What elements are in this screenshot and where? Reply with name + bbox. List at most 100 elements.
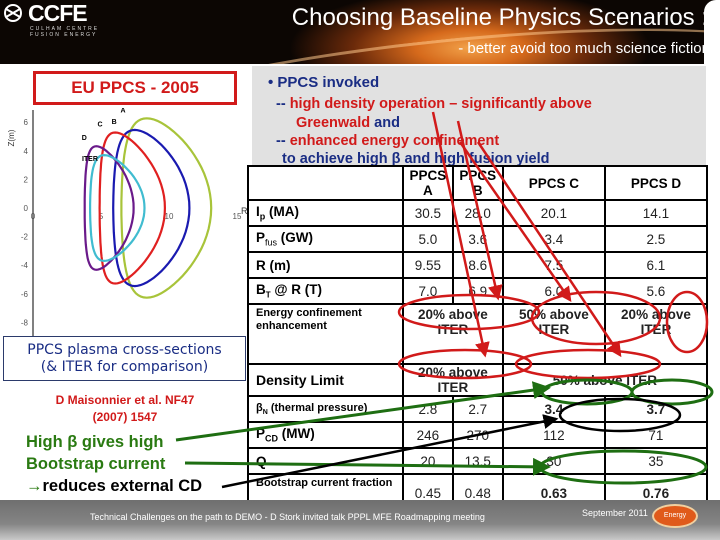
logo-text: CCFE xyxy=(28,0,88,26)
cell: 2.5 xyxy=(603,225,709,253)
ppcs-parameter-table: PPCS A PPCS B PPCS C PPCS D Ip (MA) 30.5… xyxy=(247,165,709,513)
curve-label-d: D xyxy=(82,135,87,142)
row-label-current-drive-power: PCD (MW) xyxy=(247,421,404,449)
table-row: PCD (MW) 246 270 112 71 xyxy=(247,421,709,449)
cell: 6.0 xyxy=(501,277,606,305)
cell: 246 xyxy=(402,421,454,449)
curve-label-b: B xyxy=(112,119,117,126)
bullet-line-1-text: high density operation – significantly a… xyxy=(289,96,592,112)
bullet-line-2: Greenwald and xyxy=(296,115,400,131)
row-label-fusion-power: Pfus (GW) xyxy=(247,225,404,253)
row-label-toroidal-field: BT @ R (T) xyxy=(247,277,404,305)
table-row: Density Limit 20% above ITER 50% above I… xyxy=(247,363,709,397)
energy-logo-icon: Energy xyxy=(652,504,698,528)
y-tick-group: 86420-2-4-6-8 xyxy=(21,118,29,327)
cell: 112 xyxy=(501,421,606,449)
and-text: and xyxy=(370,115,400,131)
cell: 2.7 xyxy=(451,395,504,423)
slide-header: CCFE CULHAM CENTRE FUSION ENERGY Choosing… xyxy=(0,0,720,64)
bullet-dash: -- xyxy=(276,133,290,149)
table-row: R (m) 9.55 8.6 7.5 6.1 xyxy=(247,251,709,279)
cell: 8.6 xyxy=(451,251,504,279)
header-blank xyxy=(247,165,404,201)
footer-date: September 2011 xyxy=(582,508,648,518)
table-header-row: PPCS A PPCS B PPCS C PPCS D xyxy=(247,165,709,201)
cell: 9.55 xyxy=(402,251,454,279)
column-header-ppcs-c: PPCS C xyxy=(501,165,606,201)
cell: 7.0 xyxy=(402,277,454,305)
table-row: BT @ R (T) 7.0 6.9 6.0 5.6 xyxy=(247,277,709,305)
cell: 28.0 xyxy=(451,199,504,227)
bullet-line-1: -- high density operation – significantl… xyxy=(276,96,592,112)
bullet-line-3: -- enhanced energy confinement xyxy=(276,133,499,149)
note-line-3: →reduces external CD xyxy=(26,477,202,496)
cell-confinement-d: 20% above ITER xyxy=(603,303,709,365)
note-line-2: Bootstrap current xyxy=(26,455,166,473)
column-header-ppcs-d: PPCS D xyxy=(603,165,709,201)
reference-citation: D Maisonnier et al. NF47 (2007) 1547 xyxy=(0,392,250,426)
reference-line-2: (2007) 1547 xyxy=(92,410,158,424)
footer-text: Technical Challenges on the path to DEMO… xyxy=(90,512,485,522)
row-label-q: Q xyxy=(247,447,404,475)
row-label-plasma-current: Ip (MA) xyxy=(247,199,404,227)
y-tick-label: 4 xyxy=(24,147,29,156)
logo-subtitle: CULHAM CENTRE FUSION ENERGY xyxy=(30,26,99,38)
y-tick-label: -8 xyxy=(21,318,29,327)
note-line-3-text: reduces external CD xyxy=(42,477,203,495)
curve-label-iter: ITER xyxy=(82,156,98,163)
cell-density-ab: 20% above ITER xyxy=(402,363,504,397)
y-tick-label: -6 xyxy=(21,290,29,299)
cell: 6.1 xyxy=(603,251,709,279)
cell-density-cd: 50% above ITER xyxy=(501,363,709,397)
slide-title: Choosing Baseline Physics Scenarios : xyxy=(291,4,708,31)
header-corner xyxy=(704,0,720,64)
table-row: βN (thermal pressure) 2.8 2.7 3.4 3.7 xyxy=(247,395,709,423)
bullet-dash: -- xyxy=(276,96,290,112)
curve-label-c: C xyxy=(97,121,102,128)
y-tick-label: 2 xyxy=(24,175,29,184)
bullet-line-3-text: enhanced energy confinement xyxy=(289,133,500,149)
y-tick-label: 6 xyxy=(24,118,29,127)
slide-subtitle: - better avoid too much science fiction xyxy=(458,40,710,57)
cell: 6.9 xyxy=(451,277,504,305)
row-label-major-radius: R (m) xyxy=(247,251,404,279)
bullet-main-text: PPCS invoked xyxy=(277,74,380,91)
plasma-curve-iter xyxy=(89,153,146,263)
curve-label-a: A xyxy=(120,108,125,114)
caption-line-1: PPCS plasma cross-sections xyxy=(27,342,222,358)
row-label-energy-confinement: Energy confinement enhancement xyxy=(247,303,404,365)
x-tick-label: 10 xyxy=(165,212,174,221)
y-axis-label: Z(m) xyxy=(7,129,16,146)
cell: 13.5 xyxy=(451,447,504,475)
row-label-density-limit: Density Limit xyxy=(247,363,404,397)
x-tick-label: 0 xyxy=(31,212,36,221)
plasma-curve-a xyxy=(120,117,213,299)
logo-sub-line-2: FUSION ENERGY xyxy=(30,32,98,38)
cell-confinement-ab: 20% above ITER xyxy=(402,303,504,365)
plot-caption: PPCS plasma cross-sections (& ITER for c… xyxy=(3,336,246,381)
cell-highlight: 3.4 xyxy=(501,395,606,423)
table-row: Energy confinement enhancement 20% above… xyxy=(247,303,709,365)
cell: 20.1 xyxy=(501,199,606,227)
cell: 35 xyxy=(603,447,709,475)
plasma-curve-d xyxy=(83,145,135,271)
cell: 5.0 xyxy=(402,225,454,253)
table-row: Q 20 13.5 30 35 xyxy=(247,447,709,475)
cross-section-plot: Z(m) 86420-2-4-6-8 051015 R ABCDITER xyxy=(7,108,248,336)
bullet-main: • PPCS invoked xyxy=(268,74,380,91)
eu-ppcs-label: EU PPCS - 2005 xyxy=(33,71,237,105)
cell-confinement-c: 50% above ITER xyxy=(501,303,606,365)
cell: 30.5 xyxy=(402,199,454,227)
column-header-ppcs-b: PPCS B xyxy=(451,165,504,201)
cell: 3.4 xyxy=(501,225,606,253)
column-header-ppcs-a: PPCS A xyxy=(402,165,454,201)
greenwald-text: Greenwald xyxy=(296,115,371,131)
caption-line-2: (& ITER for comparison) xyxy=(40,359,209,375)
table-row: Ip (MA) 30.5 28.0 20.1 14.1 xyxy=(247,199,709,227)
cell: 30 xyxy=(501,447,606,475)
y-tick-label: -4 xyxy=(21,261,29,270)
y-tick-label: 0 xyxy=(24,204,29,213)
table-row: Pfus (GW) 5.0 3.6 3.4 2.5 xyxy=(247,225,709,253)
cell: 2.8 xyxy=(402,395,454,423)
row-label-beta-n: βN (thermal pressure) xyxy=(247,395,404,423)
